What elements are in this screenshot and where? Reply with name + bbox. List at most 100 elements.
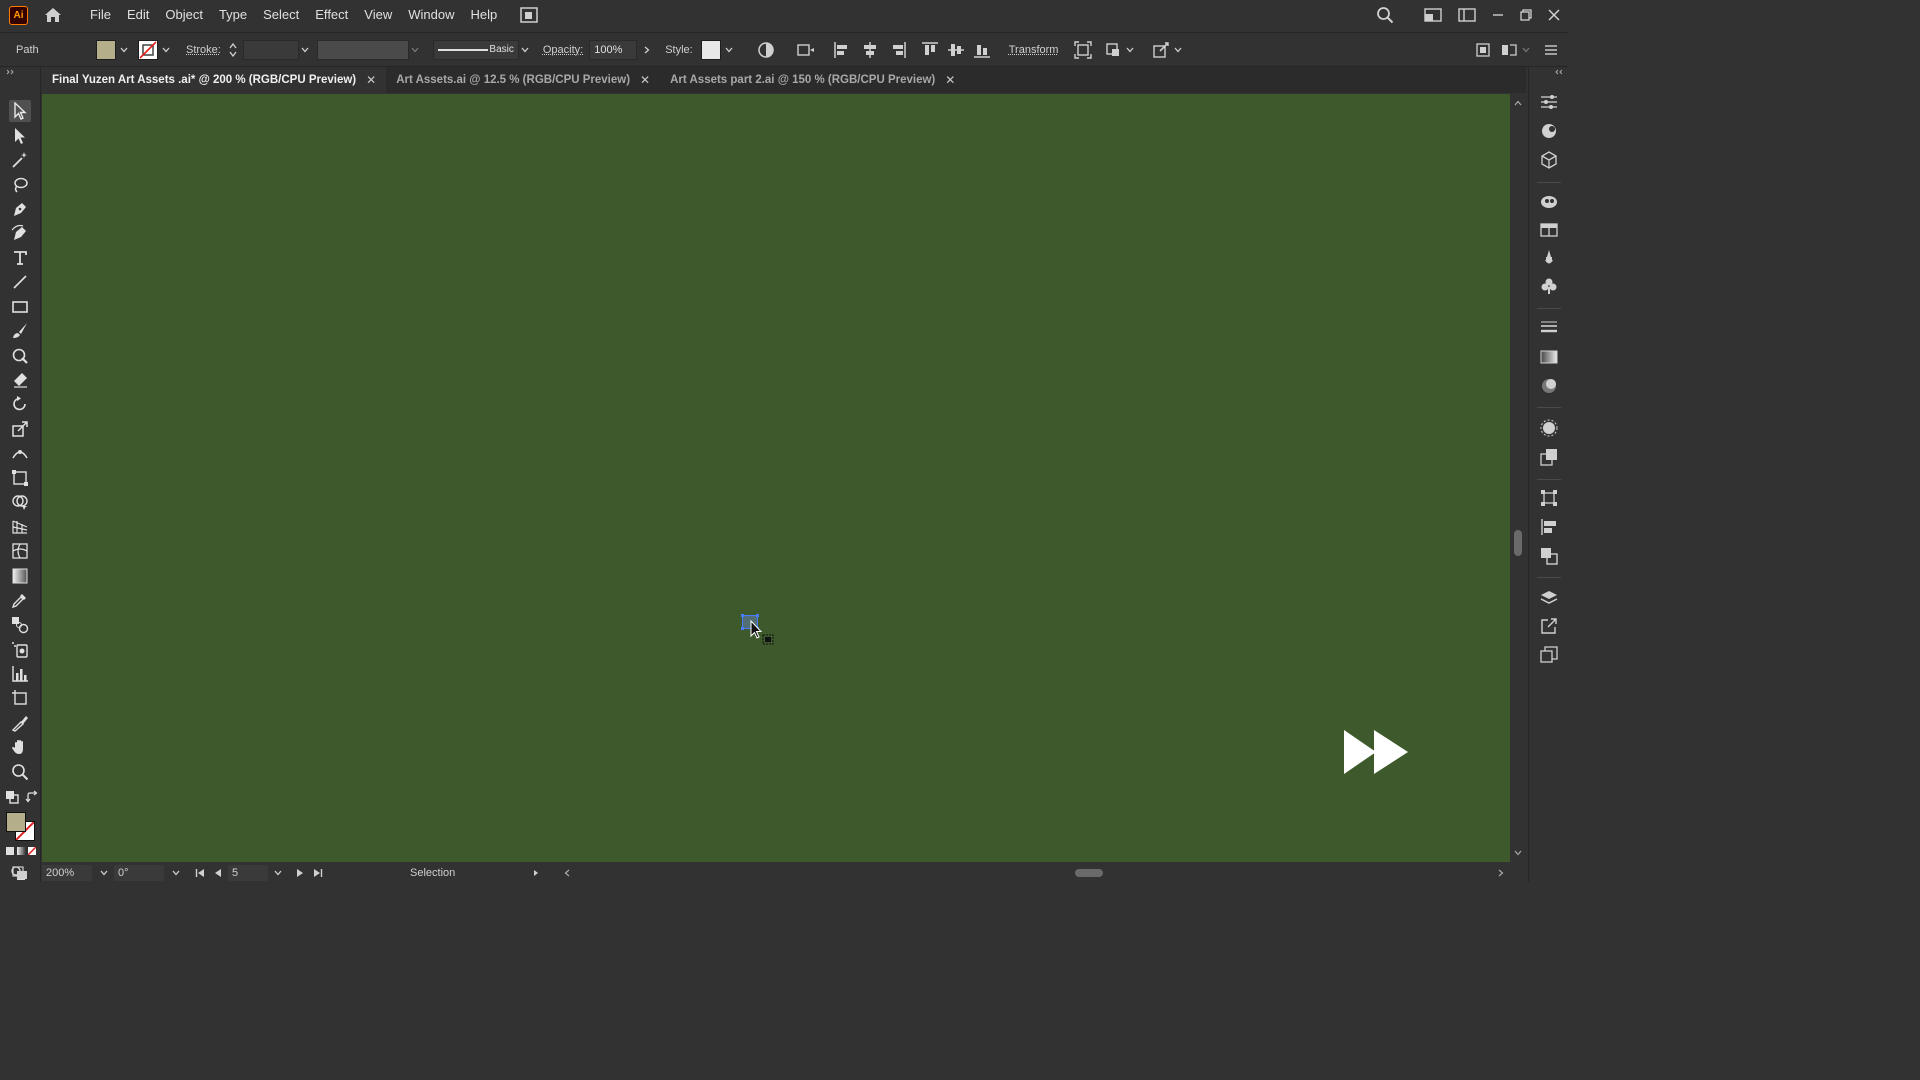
rotation-field[interactable]: 0°: [114, 865, 164, 881]
rotate-tool-icon[interactable]: [9, 393, 31, 415]
slice-tool-icon[interactable]: [9, 712, 31, 734]
expand-panels-icon[interactable]: [1555, 69, 1563, 75]
selection-tool-icon[interactable]: [9, 100, 31, 122]
opacity-label[interactable]: Opacity:: [543, 44, 583, 56]
swatches-panel-icon[interactable]: [1538, 219, 1560, 241]
arrange-panels-icon[interactable]: [1472, 39, 1494, 61]
home-icon[interactable]: [42, 4, 64, 26]
previous-artboard-icon[interactable]: [212, 867, 224, 879]
panel-menu-icon[interactable]: [1540, 39, 1562, 61]
width-tool-icon[interactable]: [9, 442, 31, 464]
export-for-screens-icon[interactable]: [1538, 615, 1560, 637]
brush-definition[interactable]: Basic: [432, 39, 519, 60]
isolate-selected-icon[interactable]: [1072, 39, 1094, 61]
gradient-panel-icon[interactable]: [1538, 346, 1560, 368]
vertical-scroll-thumb[interactable]: [1514, 530, 1522, 556]
arrange-documents-icon[interactable]: [519, 5, 539, 25]
direct-selection-tool-icon[interactable]: [9, 125, 31, 147]
menu-help[interactable]: Help: [462, 0, 505, 30]
flip-dropdown-icon[interactable]: [1520, 44, 1532, 56]
symbols-panel-icon[interactable]: [1538, 275, 1560, 297]
align-vertical-center-icon[interactable]: [945, 39, 967, 61]
mesh-tool-icon[interactable]: [9, 540, 31, 562]
menu-object[interactable]: Object: [157, 0, 211, 30]
close-tab-icon[interactable]: ✕: [640, 73, 650, 87]
horizontal-scrollbar[interactable]: [560, 864, 1510, 882]
line-segment-tool-icon[interactable]: [9, 271, 31, 293]
free-transform-tool-icon[interactable]: [9, 467, 31, 489]
blend-tool-icon[interactable]: [9, 614, 31, 636]
transform-dropdown-icon[interactable]: [1124, 44, 1136, 56]
scroll-left-icon[interactable]: [564, 869, 570, 877]
scroll-down-icon[interactable]: [1514, 850, 1522, 856]
first-artboard-icon[interactable]: [194, 867, 206, 879]
color-themes-panel-icon[interactable]: [1538, 120, 1560, 142]
scroll-right-icon[interactable]: [1498, 869, 1504, 877]
shape-builder-tool-icon[interactable]: [9, 491, 31, 513]
transform-panel-icon[interactable]: [1538, 487, 1560, 509]
gradient-mode-icon[interactable]: [17, 847, 25, 855]
align-top-icon[interactable]: [919, 39, 941, 61]
shaper-tool-icon[interactable]: [9, 345, 31, 367]
properties-panel-icon[interactable]: [1538, 91, 1560, 113]
align-panel-icon[interactable]: [1538, 516, 1560, 538]
tab-final-yuzen-art-assets[interactable]: Final Yuzen Art Assets .ai* @ 200 % (RGB…: [42, 67, 387, 93]
3d-materials-panel-icon[interactable]: [1538, 149, 1560, 171]
artboards-panel-icon[interactable]: [1538, 644, 1560, 666]
status-menu-icon[interactable]: [530, 867, 542, 879]
menu-edit[interactable]: Edit: [119, 0, 157, 30]
flip-icon[interactable]: [1498, 39, 1520, 61]
transparency-panel-icon[interactable]: [1538, 375, 1560, 397]
puppet-warp-icon[interactable]: [1150, 39, 1172, 61]
default-fill-stroke-icon[interactable]: [5, 790, 19, 804]
align-left-icon[interactable]: [831, 39, 853, 61]
align-bottom-icon[interactable]: [971, 39, 993, 61]
layers-panel-icon[interactable]: [1538, 587, 1560, 609]
stroke-swatch[interactable]: [138, 39, 158, 60]
graphic-styles-panel-icon[interactable]: [1538, 446, 1560, 468]
transform-link[interactable]: Transform: [1009, 44, 1059, 56]
zoom-tool-icon[interactable]: [9, 761, 31, 783]
stroke-label[interactable]: Stroke:: [186, 44, 221, 56]
close-tab-icon[interactable]: ✕: [366, 73, 376, 87]
artboard-number-field[interactable]: 5: [228, 865, 268, 881]
menu-type[interactable]: Type: [211, 0, 255, 30]
search-icon[interactable]: [1374, 4, 1396, 26]
artboard-dropdown-icon[interactable]: [272, 867, 284, 879]
close-tab-icon[interactable]: ✕: [945, 73, 955, 87]
hand-tool-icon[interactable]: [9, 736, 31, 758]
appearance-panel-icon[interactable]: [1538, 417, 1560, 439]
scroll-up-icon[interactable]: [1514, 100, 1522, 106]
menu-window[interactable]: Window: [400, 0, 462, 30]
menu-view[interactable]: View: [356, 0, 400, 30]
color-mode-icon[interactable]: [6, 847, 14, 855]
menu-select[interactable]: Select: [255, 0, 307, 30]
stroke-weight-stepper[interactable]: [227, 40, 239, 60]
next-artboard-icon[interactable]: [294, 867, 306, 879]
eraser-tool-icon[interactable]: [9, 369, 31, 391]
align-right-icon[interactable]: [887, 39, 909, 61]
align-horizontal-center-icon[interactable]: [859, 39, 881, 61]
paintbrush-tool-icon[interactable]: [9, 320, 31, 342]
menu-effect[interactable]: Effect: [307, 0, 356, 30]
variable-width-profile[interactable]: [316, 39, 409, 60]
libraries-panel-icon[interactable]: [1538, 191, 1560, 213]
menu-file[interactable]: File: [82, 0, 119, 30]
bounding-box-handle[interactable]: [741, 614, 744, 617]
eyedropper-tool-icon[interactable]: [9, 589, 31, 611]
opacity-field[interactable]: 100%: [589, 39, 638, 60]
tab-art-assets[interactable]: Art Assets.ai @ 12.5 % (RGB/CPU Preview)…: [386, 67, 660, 93]
brush-dropdown-icon[interactable]: [519, 44, 531, 56]
pathfinder-panel-icon[interactable]: [1538, 545, 1560, 567]
zoom-dropdown-icon[interactable]: [98, 867, 110, 879]
toggle-screen-mode-icon[interactable]: [12, 866, 28, 880]
pen-tool-icon[interactable]: [9, 198, 31, 220]
bounding-box-handle[interactable]: [756, 614, 759, 617]
restore-button[interactable]: [1512, 4, 1540, 26]
recolor-artwork-icon[interactable]: [755, 39, 777, 61]
stroke-weight-dropdown-icon[interactable]: [299, 44, 311, 56]
horizontal-scroll-thumb[interactable]: [1075, 869, 1103, 877]
collapse-panel-icon[interactable]: [6, 69, 14, 75]
opacity-expand-icon[interactable]: [641, 44, 653, 56]
style-dropdown-icon[interactable]: [723, 44, 735, 56]
